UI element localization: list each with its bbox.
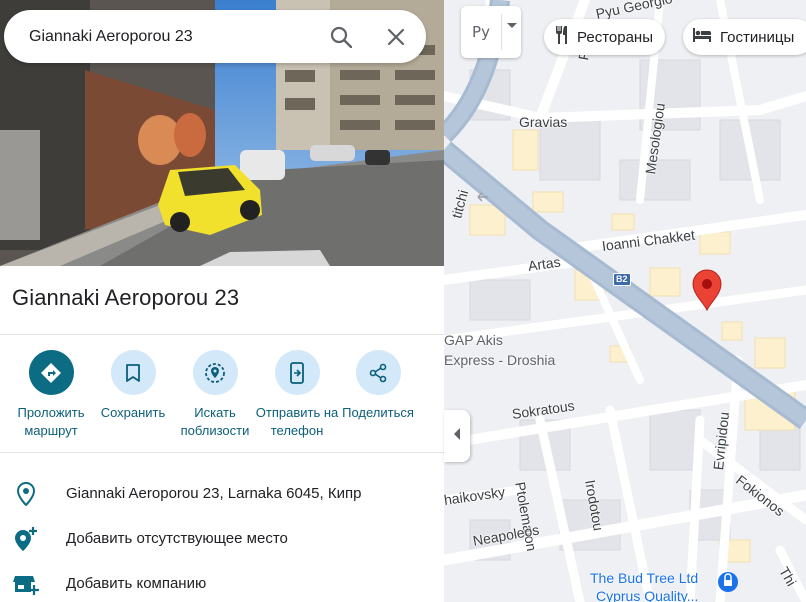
address-row[interactable]: Giannaki Aeroporou 23, Larnaka 6045, Кип… — [0, 473, 444, 513]
action-label: Отправить на телефон — [255, 405, 339, 438]
add-missing-place-text: Добавить отсутствующее место — [66, 530, 288, 547]
send-to-phone-icon — [274, 350, 320, 395]
save-button[interactable]: Сохранить — [91, 350, 175, 422]
restaurant-icon — [554, 26, 577, 48]
share-button[interactable]: Поделиться — [336, 350, 420, 422]
chip-restaurants[interactable]: Рестораны — [544, 19, 665, 55]
nearby-icon — [192, 350, 238, 395]
share-icon — [355, 350, 401, 395]
poi-label[interactable]: Cyprus Quality... — [596, 587, 698, 602]
search-box — [4, 10, 426, 63]
address-text: Giannaki Aeroporou 23, Larnaka 6045, Кип… — [66, 485, 362, 502]
directions-button[interactable]: Проложить маршрут — [9, 350, 93, 440]
place-title: Giannaki Aeroporou 23 — [12, 285, 240, 310]
search-input[interactable] — [29, 10, 319, 63]
hotel-icon — [693, 28, 720, 46]
poi-label[interactable]: Express - Droshia — [444, 351, 555, 369]
collapse-panel-button[interactable] — [444, 410, 470, 462]
action-label: Искать поблизости — [180, 405, 250, 438]
map-layer-button[interactable]: Ру — [461, 6, 521, 58]
chevron-left-icon — [453, 427, 461, 445]
chip-label: Гостиницы — [720, 28, 795, 46]
chip-label: Рестораны — [577, 28, 653, 46]
search-icon[interactable] — [327, 23, 355, 51]
action-label: Проложить маршрут — [17, 405, 85, 438]
street-label: Gravias — [519, 114, 568, 130]
location-pin-icon — [13, 481, 39, 507]
divider — [0, 334, 444, 335]
send-to-phone-button[interactable]: Отправить на телефон — [255, 350, 339, 440]
action-label: Сохранить — [100, 405, 166, 420]
add-business-row[interactable]: Добавить компанию — [0, 563, 444, 602]
map-layer-label[interactable]: Ру — [461, 6, 501, 58]
add-place-icon — [13, 526, 39, 552]
add-business-icon — [13, 571, 39, 597]
divider — [0, 452, 444, 453]
chip-hotels[interactable]: Гостиницы — [683, 19, 806, 55]
directions-icon — [28, 350, 74, 395]
action-label: Поделиться — [342, 405, 414, 420]
place-panel: Giannaki Aeroporou 23 Проложить маршрут … — [0, 0, 444, 602]
poi-label[interactable]: GAP Akis — [444, 331, 503, 349]
nearby-button[interactable]: Искать поблизости — [173, 350, 257, 440]
add-missing-place-row[interactable]: Добавить отсутствующее место — [0, 518, 444, 558]
close-icon[interactable] — [382, 23, 410, 51]
poi-label[interactable]: The Bud Tree Ltd — [590, 569, 698, 587]
chevron-down-icon[interactable] — [502, 6, 521, 46]
route-badge: B2 — [613, 273, 631, 286]
add-business-text: Добавить компанию — [66, 575, 207, 592]
bookmark-icon — [110, 350, 156, 395]
